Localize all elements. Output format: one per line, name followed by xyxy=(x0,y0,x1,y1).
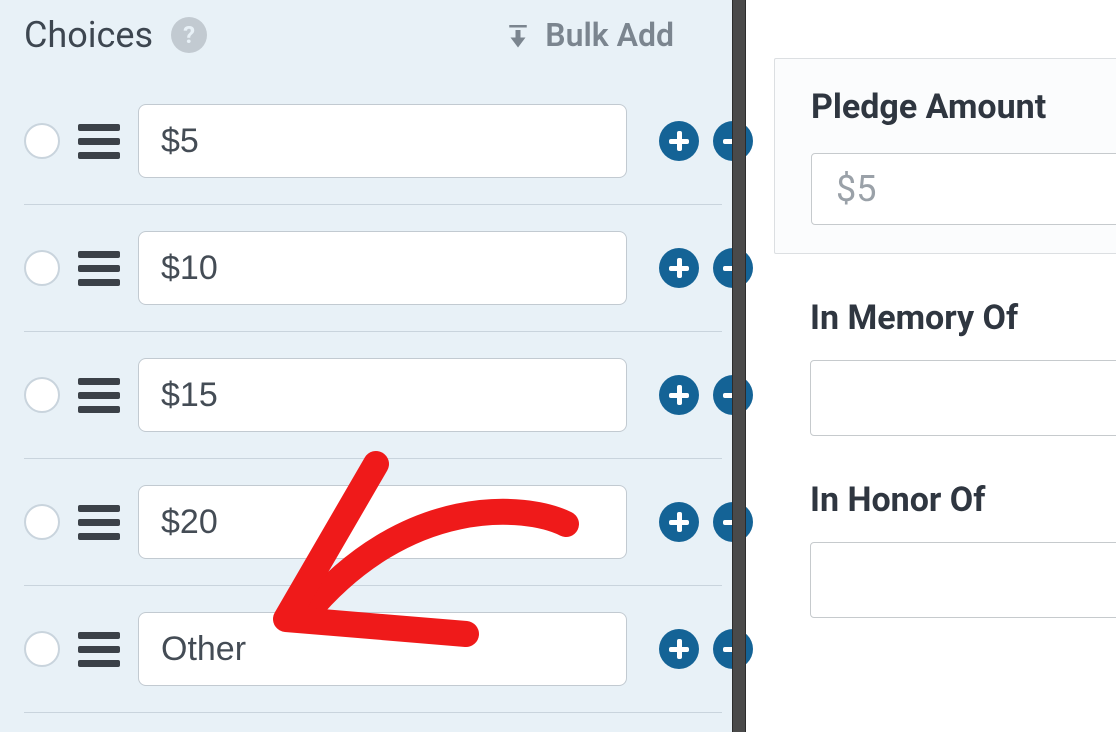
pane-divider[interactable] xyxy=(732,0,746,732)
section-title: Choices xyxy=(24,14,153,56)
choice-value-input[interactable] xyxy=(138,104,627,178)
default-radio[interactable] xyxy=(24,631,60,667)
preview-pane: Pledge Amount $5 In Memory Of In Honor O… xyxy=(746,0,1116,732)
drag-handle-icon[interactable] xyxy=(78,632,120,667)
add-choice-button[interactable] xyxy=(659,248,699,288)
in-honor-input[interactable] xyxy=(810,542,1116,618)
drag-handle-icon[interactable] xyxy=(78,378,120,413)
choice-row xyxy=(24,78,722,205)
choice-value-input[interactable] xyxy=(138,612,627,686)
bulk-add-button[interactable]: Bulk Add xyxy=(503,16,674,54)
choices-panel: Choices ? Bulk Add xyxy=(0,0,746,732)
add-choice-button[interactable] xyxy=(659,375,699,415)
add-choice-button[interactable] xyxy=(659,121,699,161)
in-memory-input[interactable] xyxy=(810,360,1116,436)
default-radio[interactable] xyxy=(24,504,60,540)
add-choice-button[interactable] xyxy=(659,502,699,542)
download-icon xyxy=(503,20,533,50)
add-choice-button[interactable] xyxy=(659,629,699,669)
default-radio[interactable] xyxy=(24,377,60,413)
in-memory-label: In Memory Of xyxy=(810,298,1116,338)
choice-value-input[interactable] xyxy=(138,485,627,559)
pledge-amount-select[interactable]: $5 xyxy=(811,153,1116,225)
choice-value-input[interactable] xyxy=(138,231,627,305)
default-radio[interactable] xyxy=(24,250,60,286)
bulk-add-label: Bulk Add xyxy=(545,16,674,54)
choice-row xyxy=(24,459,722,586)
choice-row xyxy=(24,332,722,459)
choices-header: Choices ? Bulk Add xyxy=(24,14,722,56)
in-honor-label: In Honor Of xyxy=(810,480,1116,520)
pledge-amount-label: Pledge Amount xyxy=(811,87,1116,127)
in-memory-field: In Memory Of xyxy=(810,298,1116,436)
in-honor-field: In Honor Of xyxy=(810,480,1116,618)
drag-handle-icon[interactable] xyxy=(78,251,120,286)
choice-value-input[interactable] xyxy=(138,358,627,432)
default-radio[interactable] xyxy=(24,123,60,159)
pledge-amount-card: Pledge Amount $5 xyxy=(774,58,1116,254)
drag-handle-icon[interactable] xyxy=(78,124,120,159)
pledge-amount-value: $5 xyxy=(836,168,876,210)
choice-row xyxy=(24,586,722,713)
choice-row xyxy=(24,205,722,332)
help-icon[interactable]: ? xyxy=(171,17,207,53)
drag-handle-icon[interactable] xyxy=(78,505,120,540)
